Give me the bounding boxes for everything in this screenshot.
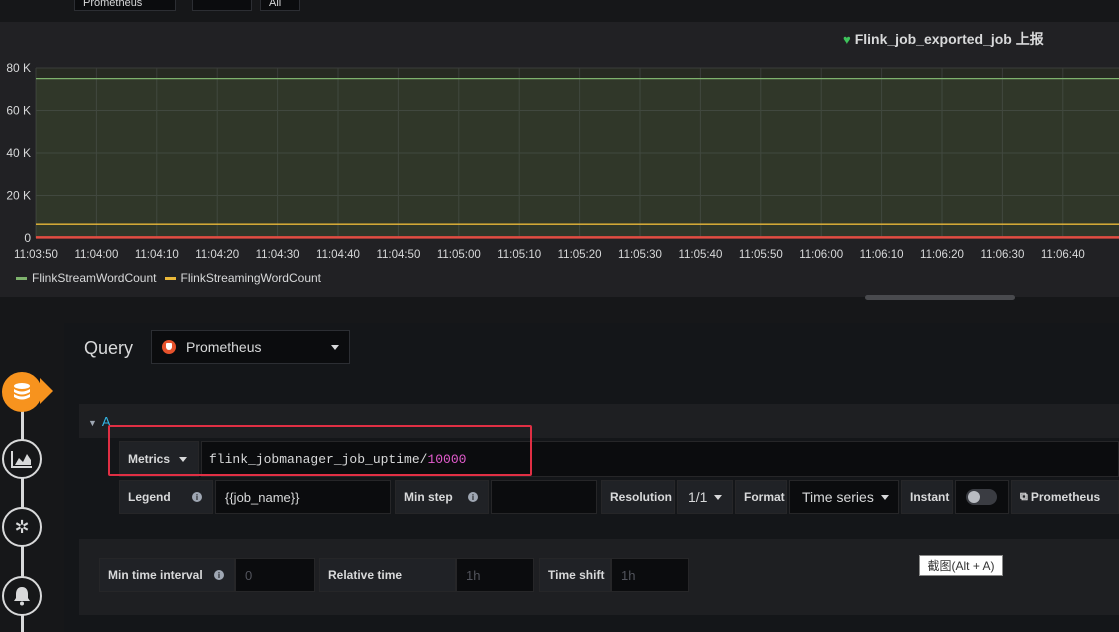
external-link-icon: ⧉ [1020, 490, 1028, 503]
instant-toggle-wrap [955, 480, 1009, 514]
x-tick-label: 11:05:30 [618, 249, 662, 261]
alert-tab[interactable] [2, 576, 42, 616]
time-series-graph[interactable]: 0 20 K 40 K 60 K 80 K 11:03:50 11:04:00 11:04:1… [0, 58, 1119, 268]
info-icon[interactable]: i [214, 570, 224, 580]
relative-time-input[interactable]: 1h [456, 558, 534, 592]
x-tick-label: 11:05:20 [558, 249, 602, 261]
x-tick-label: 11:04:10 [135, 249, 179, 261]
prometheus-icon [162, 340, 176, 354]
queries-tab[interactable] [2, 372, 42, 412]
x-tick-label: 11:03:50 [14, 249, 58, 261]
heart-icon: ♥ [843, 32, 851, 47]
alert-bell-icon [14, 587, 30, 606]
legend-label: Legend i [119, 480, 213, 514]
active-tab-arrow [40, 378, 53, 404]
legend-swatch [16, 276, 27, 280]
query-heading: Query [84, 338, 134, 358]
horizontal-scrollbar[interactable] [865, 295, 1015, 300]
prometheus-link[interactable]: ⧉ Prometheus [1011, 480, 1119, 514]
highlight-annotation [108, 425, 532, 476]
panel-title[interactable]: ♥ Flink_job_exported_job 上报 [843, 29, 1044, 49]
x-tick-label: 11:05:40 [678, 249, 722, 261]
x-tick-label: 11:06:10 [860, 249, 904, 261]
time-shift-label: Time shift [539, 558, 611, 592]
legend-swatch [164, 276, 176, 280]
x-tick-label: 11:06:00 [799, 249, 843, 261]
legend-item[interactable]: FlinkStreamingWordCount [164, 271, 321, 285]
y-tick-label: 40 K [6, 146, 31, 160]
series-area [36, 78, 1119, 238]
general-tab[interactable]: ✲ [2, 507, 42, 547]
y-tick-label: 20 K [6, 189, 31, 203]
datasource-variable[interactable]: Prometheus [74, 0, 176, 11]
x-tick-label: 11:05:00 [437, 249, 481, 261]
caret-down-icon: ▼ [88, 418, 97, 428]
x-tick-label: 11:04:30 [256, 249, 300, 261]
min-step-label: Min step i [395, 480, 489, 514]
min-time-interval-input[interactable]: 0 [235, 558, 315, 592]
visualization-tab[interactable] [2, 439, 42, 479]
instant-toggle[interactable] [966, 489, 997, 505]
x-tick-label: 11:04:40 [316, 249, 360, 261]
settings-icon: ✲ [14, 516, 30, 537]
x-tick-label: 11:06:20 [920, 249, 964, 261]
x-tick-label: 11:04:00 [74, 249, 118, 261]
job-variable[interactable]: All [260, 0, 300, 11]
database-icon [14, 383, 30, 400]
y-tick-label: 0 [24, 231, 31, 245]
info-icon[interactable]: i [192, 492, 202, 502]
instant-label: Instant [901, 480, 953, 514]
variable-label [192, 0, 252, 11]
format-label: Format [735, 480, 787, 514]
format-select[interactable]: Time series [789, 480, 899, 514]
x-tick-label: 11:05:10 [497, 249, 541, 261]
visualization-icon [11, 451, 32, 468]
x-tick-label: 11:05:50 [739, 249, 783, 261]
datasource-select[interactable]: Prometheus [151, 330, 350, 364]
x-tick-label: 11:06:40 [1041, 249, 1085, 261]
min-time-interval-label: Min time interval i [99, 558, 235, 592]
y-tick-label: 60 K [6, 104, 31, 118]
info-icon[interactable]: i [468, 492, 478, 502]
relative-time-label: Relative time [319, 558, 456, 592]
min-step-input[interactable] [491, 480, 597, 514]
resolution-label: Resolution [601, 480, 675, 514]
legend-format-input[interactable]: {{job_name}} [215, 480, 391, 514]
graph-legend: FlinkStreamWordCount FlinkStreamingWordC… [16, 271, 321, 285]
chevron-down-icon [331, 344, 339, 350]
chevron-down-icon [714, 494, 723, 500]
y-tick-label: 80 K [6, 61, 31, 75]
x-tick-label: 11:06:30 [980, 249, 1024, 261]
time-shift-input[interactable]: 1h [611, 558, 689, 592]
chevron-down-icon [880, 494, 889, 500]
x-tick-label: 11:04:20 [195, 249, 239, 261]
x-tick-label: 11:04:50 [376, 249, 420, 261]
resolution-select[interactable]: 1/1 [677, 480, 733, 514]
screenshot-tooltip: 截图(Alt + A) [919, 555, 1003, 576]
legend-item[interactable]: FlinkStreamWordCount [16, 271, 157, 285]
